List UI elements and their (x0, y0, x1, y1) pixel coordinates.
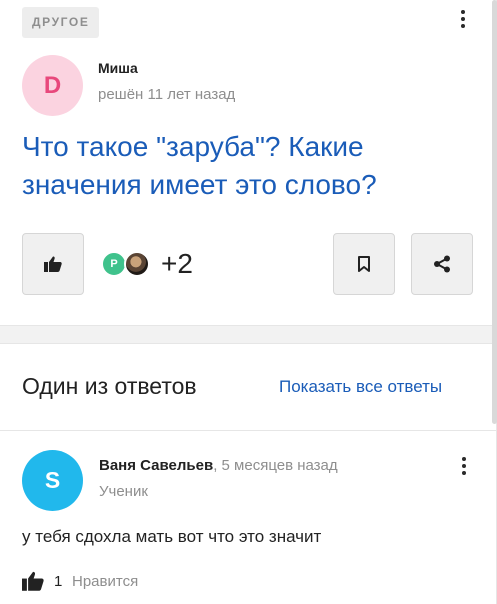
answer-like-count: 1 (54, 573, 63, 590)
more-vertical-icon[interactable] (453, 7, 473, 31)
answer-author-role: Ученик (99, 483, 148, 500)
liker-avatar-photo[interactable] (124, 251, 150, 277)
show-all-answers-link[interactable]: Показать все ответы (279, 377, 442, 397)
answer-text: у тебя сдохла мать вот что это значит (22, 527, 322, 546)
liker-avatar-initial: Р (110, 258, 118, 270)
answers-heading: Один из ответов (22, 373, 197, 399)
avatar[interactable]: D (22, 55, 83, 116)
share-icon (434, 255, 450, 273)
answer-more-vertical-icon[interactable] (454, 454, 474, 478)
category-badge[interactable]: ДРУГОЕ (22, 7, 100, 38)
answer-thumbs-up-icon[interactable] (22, 571, 44, 591)
like-button[interactable] (22, 233, 84, 295)
answer-like-label[interactable]: Нравится (72, 573, 138, 590)
question-status: решён 11 лет назад (98, 86, 236, 103)
answer-avatar-initial: S (44, 467, 61, 493)
share-button[interactable] (411, 233, 473, 295)
answer-avatar[interactable]: S (22, 450, 83, 511)
scrollbar[interactable] (492, 0, 497, 424)
bookmark-button[interactable] (333, 233, 395, 295)
thumbs-up-icon (44, 256, 62, 272)
divider (0, 430, 497, 431)
bookmark-icon (358, 256, 370, 272)
avatar-initial: D (43, 71, 62, 99)
section-gap (0, 326, 497, 343)
question-title: Что такое "заруба"? Какие значения имеет… (22, 131, 377, 200)
likers-count[interactable]: +2 (161, 249, 193, 279)
author-name[interactable]: Миша (98, 60, 138, 76)
answer-author-name[interactable]: Ваня Савельев (99, 457, 213, 474)
answer-time: , 5 месяцев назад (213, 457, 338, 474)
answer-author-line: Ваня Савельев, 5 месяцев назад (99, 457, 338, 474)
